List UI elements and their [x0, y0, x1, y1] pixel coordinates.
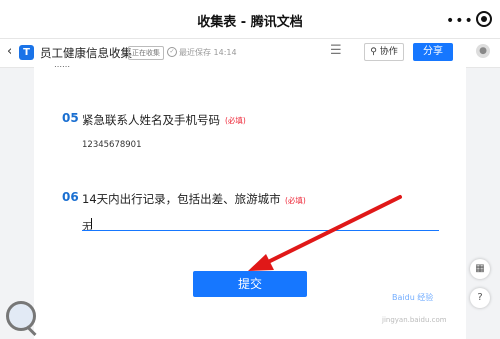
watermark-url: jingyan.baidu.com: [382, 316, 447, 324]
qr-code-icon[interactable]: ▦: [470, 259, 490, 279]
magnifier-icon: [6, 301, 36, 331]
red-arrow-annotation: [248, 195, 402, 271]
watermark-text: Baidu 经验: [392, 293, 434, 302]
help-icon[interactable]: ?: [470, 288, 490, 308]
